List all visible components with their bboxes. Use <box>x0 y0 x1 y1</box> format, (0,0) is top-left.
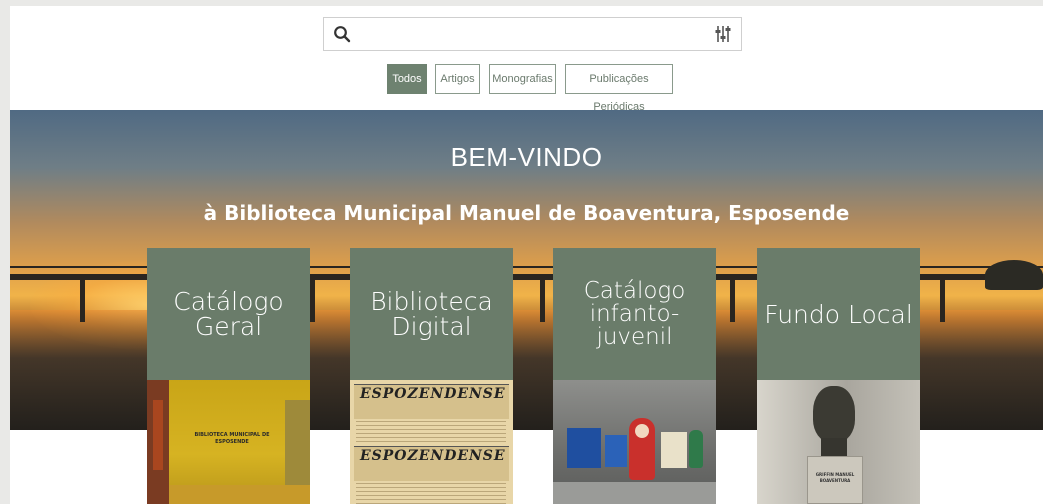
green-vase <box>689 430 703 468</box>
photo-pane <box>153 400 163 470</box>
pier-post <box>310 274 315 322</box>
photo-floor <box>169 485 310 504</box>
tab-publicacoes-periodicas[interactable]: Publicações Periódicas <box>565 64 673 113</box>
bust-head <box>813 386 855 442</box>
tab-artigos[interactable]: Artigos <box>435 64 480 94</box>
bust-neck <box>821 438 847 458</box>
tree-silhouette <box>985 260 1043 290</box>
search-bar[interactable] <box>323 17 742 51</box>
search-icon[interactable] <box>333 25 351 43</box>
card-label[interactable]: Biblioteca Digital <box>350 248 513 380</box>
card-catalogo-geral[interactable]: Catálogo Geral BIBLIOTECA MUNICIPAL DE E… <box>147 248 310 504</box>
pier-post <box>80 274 85 322</box>
welcome-title: BEM-VINDO <box>450 142 603 172</box>
book-blue <box>605 435 627 467</box>
book-blue <box>567 428 601 468</box>
doll-face <box>635 424 649 438</box>
building-sign: BIBLIOTECA MUNICIPAL DE ESPOSENDE <box>194 432 270 445</box>
book-white <box>661 432 687 468</box>
pier-post <box>540 274 545 322</box>
newsprint-lines <box>356 482 506 504</box>
filter-sliders-icon[interactable] <box>714 24 732 44</box>
page: Todos Artigos Monografias Publicações Pe… <box>10 6 1043 504</box>
library-building-photo[interactable]: BIBLIOTECA MUNICIPAL DE ESPOSENDE <box>147 380 310 504</box>
bust-plaque-text: GRIFFIN MANUEL BOAVENTURA <box>815 472 855 483</box>
masthead-text: ESPOZENDENSE <box>360 386 506 402</box>
children-shelf-photo[interactable] <box>553 380 716 504</box>
card-catalogo-infanto-juvenil[interactable]: Catálogo infanto- juvenil <box>553 248 716 504</box>
shelf-ledge <box>553 482 716 504</box>
masthead-text: ESPOZENDENSE <box>360 448 506 464</box>
newsprint-lines <box>356 420 506 442</box>
pier-post <box>940 274 945 322</box>
card-label[interactable]: Catálogo Geral <box>147 248 310 380</box>
card-fundo-local[interactable]: Fundo Local GRIFFIN MANUEL BOAVENTURA <box>757 248 920 504</box>
tab-monografias[interactable]: Monografias <box>489 64 556 94</box>
card-label[interactable]: Fundo Local <box>757 248 920 380</box>
newspaper-photo[interactable]: ESPOZENDENSE ESPOZENDENSE <box>350 380 513 504</box>
card-label[interactable]: Catálogo infanto- juvenil <box>553 248 716 380</box>
pier-post <box>730 274 735 322</box>
search-input[interactable] <box>360 24 704 46</box>
tab-todos[interactable]: Todos <box>387 64 427 94</box>
bust-statue-photo[interactable]: GRIFFIN MANUEL BOAVENTURA <box>757 380 920 504</box>
card-biblioteca-digital[interactable]: Biblioteca Digital ESPOZENDENSE ESPOZEND… <box>350 248 513 504</box>
welcome-subtitle: à Biblioteca Municipal Manuel de Boavent… <box>203 201 850 225</box>
